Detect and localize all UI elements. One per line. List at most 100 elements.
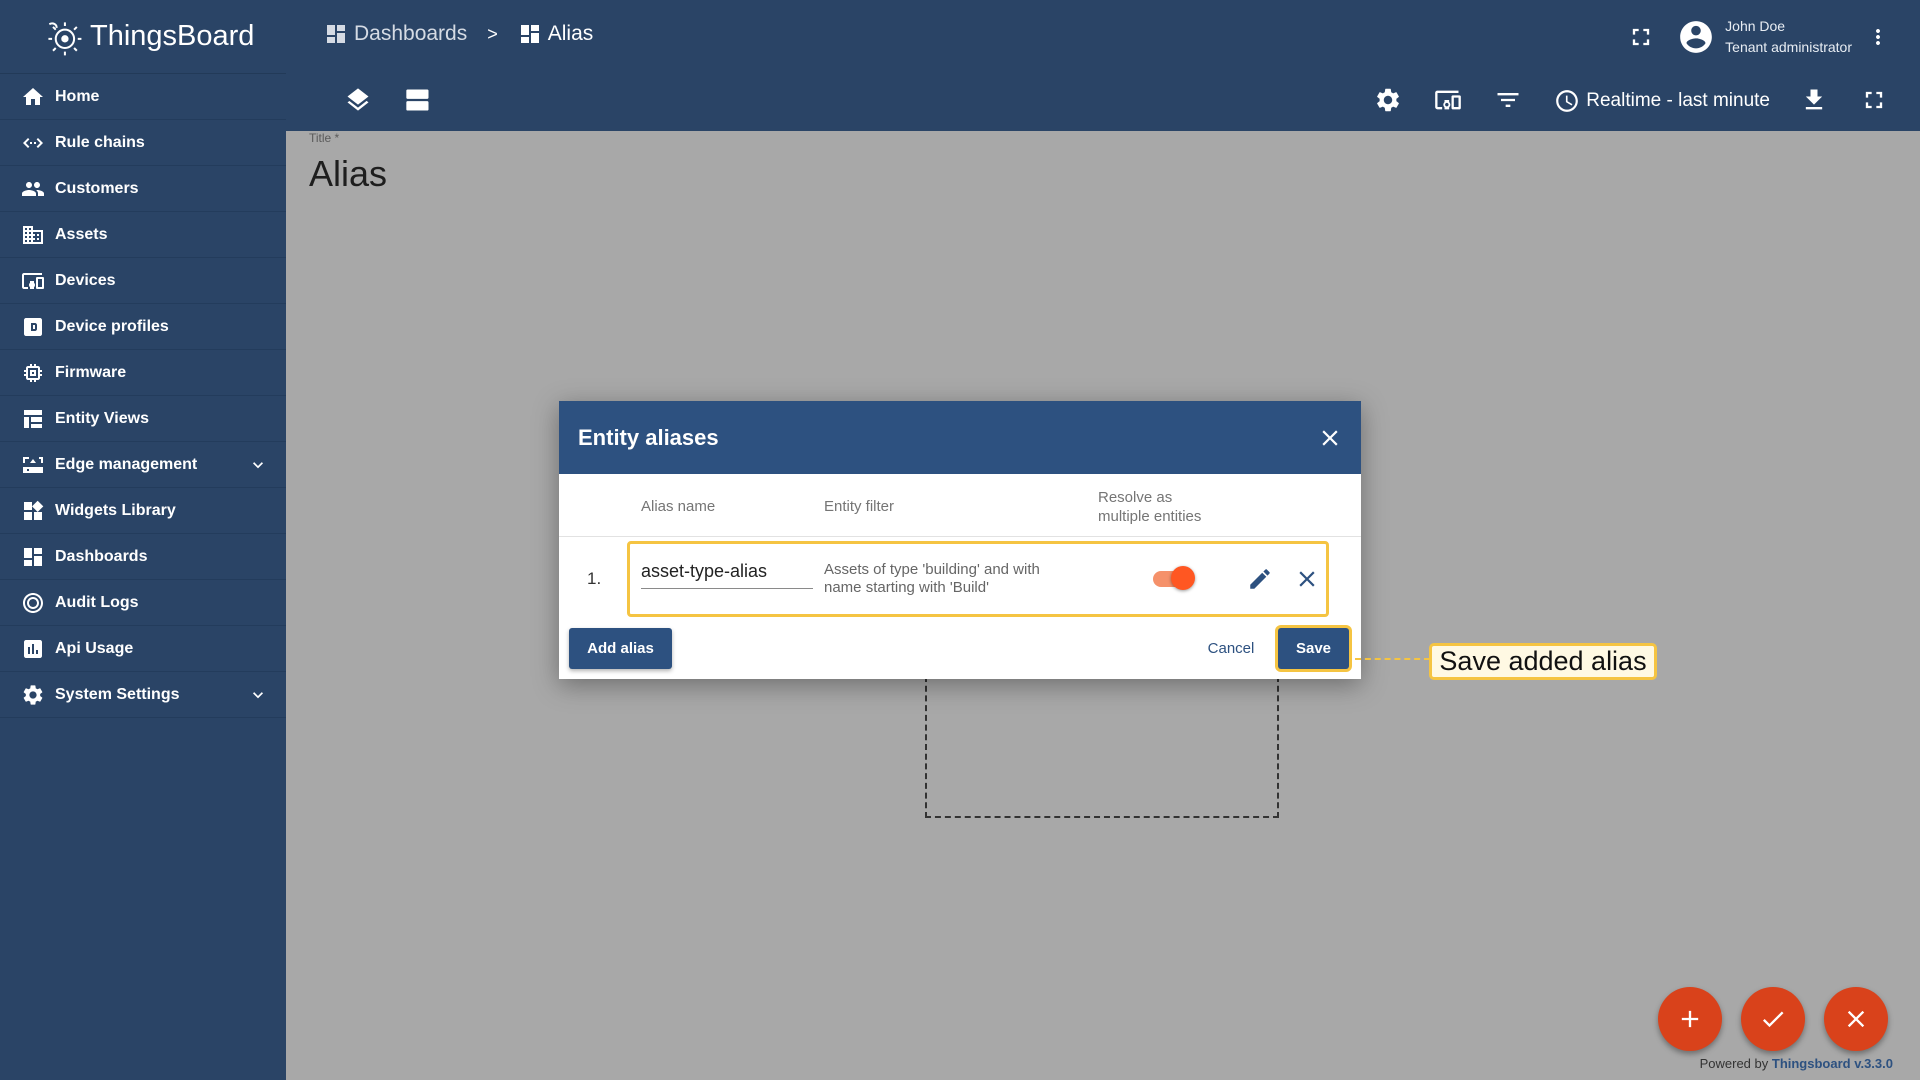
sidebar-item-customers[interactable]: Customers [0,166,286,212]
alias-name-input[interactable] [641,561,813,589]
dashboard-toolbar-left [344,86,464,116]
sidebar-item-label: Home [55,87,100,105]
add-alias-button[interactable]: Add alias [569,628,672,669]
sidebar-item-api-usage[interactable]: Api Usage [0,626,286,672]
powered-by: Powered by Thingsboard v.3.3.0 [1700,1056,1893,1071]
remove-alias-button[interactable] [1294,566,1320,592]
dialog-close-button[interactable] [1317,425,1343,451]
sidebar-item-label: Entity Views [55,409,149,427]
sidebar-item-entity-views[interactable]: Entity Views [0,396,286,442]
user-info[interactable]: John Doe Tenant administrator [1725,16,1852,58]
column-alias-name: Alias name [641,498,716,515]
pencil-icon [1250,569,1270,589]
edit-alias-button[interactable] [1247,566,1273,592]
clock-icon [1556,90,1579,112]
settings-button[interactable] [1374,86,1404,116]
sidebar-item-assets[interactable]: Assets [0,212,286,258]
sidebar-item-label: Audit Logs [55,593,139,611]
layouts-button[interactable] [404,86,434,116]
title-label: Title * [309,131,340,145]
layers-icon [347,88,369,111]
logo[interactable]: ThingsBoard [0,0,286,74]
sidebar-item-home[interactable]: Home [0,74,286,120]
entity-filter-text: Assets of type 'building' and with name … [824,561,1040,596]
sidebar-item-widgets-library[interactable]: Widgets Library [0,488,286,534]
callout-annotation: Save added alias [1429,643,1657,680]
chevron-down-icon[interactable] [248,685,268,705]
entity-aliases-button[interactable] [1434,86,1464,116]
breadcrumb-alias: Alias [518,22,594,46]
audit-icon [20,590,46,616]
devices-other-icon [1435,90,1462,110]
dialog-title: Entity aliases [578,424,719,450]
apply-changes-fab[interactable] [1741,987,1805,1051]
powered-by-prefix: Powered by [1699,1056,1769,1071]
powered-by-link[interactable]: Thingsboard v.3.3.0 [1772,1056,1893,1071]
dashboards-icon [20,544,46,570]
devices-icon [20,268,46,294]
device-profile-icon [20,314,46,340]
header-user-area: John Doe Tenant administrator [1627,16,1890,58]
user-role: Tenant administrator [1725,39,1852,55]
sidebar-item-devices[interactable]: Devices [0,258,286,304]
dashboard-icon [327,25,345,43]
firmware-icon [20,360,46,386]
timewindow-button[interactable]: Realtime - last minute [1554,88,1770,114]
sidebar: ThingsBoard Home Rule chains Customers Asse… [0,0,286,1080]
app-name: ThingsBoard [90,20,255,52]
dashboard-title[interactable]: Alias [309,153,387,195]
column-resolve-multiple: Resolve as multiple entities [1098,488,1201,526]
user-menu-button[interactable] [1866,25,1890,49]
edge-icon [20,452,46,478]
sidebar-item-label: Api Usage [55,639,134,657]
sidebar-item-label: Device profiles [55,317,169,335]
sidebar-item-device-profiles[interactable]: Device profiles [0,304,286,350]
download-icon [1805,89,1823,110]
api-usage-icon [20,636,46,662]
filters-button[interactable] [1494,86,1524,116]
entity-aliases-dialog: Entity aliases Alias name Entity filter … [559,401,1361,679]
resolve-multiple-toggle[interactable] [1153,566,1195,590]
close-icon [1299,571,1315,587]
sidebar-item-dashboards[interactable]: Dashboards [0,534,286,580]
export-button[interactable] [1800,86,1830,116]
sidebar-item-firmware[interactable]: Firmware [0,350,286,396]
decline-changes-fab[interactable] [1824,987,1888,1051]
sidebar-item-audit-logs[interactable]: Audit Logs [0,580,286,626]
gear-icon [1377,88,1400,112]
breadcrumb-label: Alias [547,22,594,45]
add-widget-fab[interactable] [1658,987,1722,1051]
fullscreen-button[interactable] [1627,23,1655,51]
layers-button[interactable] [344,86,374,116]
timewindow-label: Realtime - last minute [1586,90,1770,111]
aliases-column-headers: Alias name Entity filter Resolve as mult… [559,474,1361,537]
widgets-icon [20,498,46,524]
home-icon [20,84,46,110]
sidebar-item-edge-management[interactable]: Edge management [0,442,286,488]
more-vert-icon [1876,29,1880,45]
chevron-down-icon[interactable] [248,455,268,475]
thingsboard-logo-icon [48,21,82,55]
user-name: John Doe [1725,18,1786,34]
sidebar-item-label: Devices [55,271,116,289]
save-button[interactable]: Save [1278,628,1349,669]
widget-placeholder [925,676,1279,818]
dashboard-fullscreen-button[interactable] [1860,86,1890,116]
breadcrumb-label: Dashboards [354,22,468,45]
breadcrumb-dashboards[interactable]: Dashboards [324,22,467,46]
column-entity-filter: Entity filter [824,498,895,515]
avatar[interactable] [1677,18,1715,56]
dialog-footer: Add alias Cancel Save [559,622,1361,679]
breadcrumb: Dashboards > Alias [324,22,593,46]
sidebar-item-label: Rule chains [55,133,145,151]
sidebar-item-rule-chains[interactable]: Rule chains [0,120,286,166]
header: Dashboards > Alias John Doe Tenant admin… [286,0,1920,131]
settings-icon [20,682,46,708]
sidebar-item-system-settings[interactable]: System Settings [0,672,286,718]
dialog-header: Entity aliases [559,401,1361,474]
sidebar-item-label: Firmware [55,363,127,381]
cancel-button[interactable]: Cancel [1196,628,1266,669]
column-resolve-line1: Resolve as [1098,489,1173,506]
alias-row: 1. Assets of type 'building' and with na… [559,537,1361,622]
view-agenda-icon [406,89,429,111]
